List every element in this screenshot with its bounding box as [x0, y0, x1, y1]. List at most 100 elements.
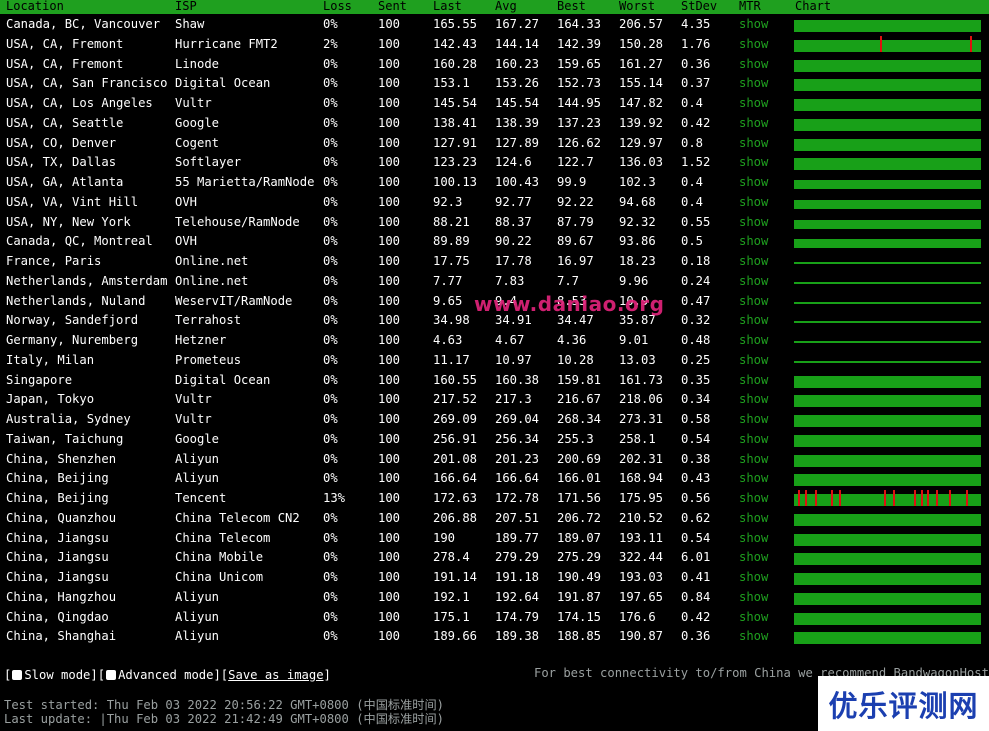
cell-mtr[interactable]: show	[739, 352, 768, 368]
cell-mtr[interactable]: show	[739, 194, 768, 210]
cell-location: Netherlands, Nuland	[6, 293, 146, 308]
cell-last: 172.63	[433, 491, 478, 505]
cell-mtr[interactable]: show	[739, 589, 768, 605]
cell-mtr[interactable]: show	[739, 253, 768, 269]
cell-sent: 100	[378, 333, 401, 347]
cell-best: 89.67	[557, 234, 594, 249]
cell-mtr[interactable]: show	[739, 95, 768, 111]
cell-mtr[interactable]: show	[739, 36, 768, 52]
cell-mtr[interactable]: show	[739, 609, 768, 625]
cell-mtr[interactable]: show	[739, 411, 768, 427]
cell-sent: 100	[378, 629, 401, 644]
cell-mtr[interactable]: show	[739, 490, 768, 506]
cell-mtr[interactable]: show	[739, 451, 768, 467]
site-logo: 优乐评测网	[818, 676, 989, 731]
slow-mode-label[interactable]: Slow mode	[24, 668, 90, 682]
advanced-mode-checkbox[interactable]	[106, 670, 117, 680]
cell-mtr[interactable]: show	[739, 115, 768, 131]
cell-mtr[interactable]: show	[739, 293, 768, 309]
header-avg: Avg	[495, 0, 517, 13]
cell-mtr[interactable]: show	[739, 510, 768, 526]
cell-best: 144.95	[557, 96, 602, 110]
cell-worst: 94.68	[619, 194, 656, 209]
cell-stdev: 0.42	[681, 609, 711, 624]
cell-isp: Online.net	[175, 254, 249, 268]
cell-worst: 273.31	[619, 412, 664, 426]
cell-loss: 0%	[323, 293, 338, 308]
cell-last: 9.65	[433, 293, 463, 308]
cell-loss: 0%	[323, 214, 338, 229]
cell-sent: 100	[378, 214, 401, 229]
table-row: USA, NY, New York Telehouse/RamNode 0% 100 8…	[0, 212, 989, 232]
cell-stdev: 0.4	[681, 175, 704, 189]
cell-sent: 100	[378, 293, 401, 308]
cell-isp: Cogent	[175, 135, 220, 150]
table-row: China, Beijing Aliyun 0% 100 166.64 166.64 166…	[0, 468, 989, 488]
latency-chart-bar	[794, 375, 981, 388]
cell-mtr[interactable]: show	[739, 312, 768, 328]
cell-worst: 92.32	[619, 214, 656, 229]
cell-sent: 100	[378, 550, 401, 565]
cell-last: 127.91	[433, 135, 478, 150]
cell-worst: 9.01	[619, 333, 649, 347]
cell-mtr[interactable]: show	[739, 372, 768, 388]
cell-mtr[interactable]: show	[739, 135, 768, 151]
cell-last: 11.17	[433, 352, 470, 367]
cell-best: 188.85	[557, 629, 602, 644]
cell-stdev: 0.18	[681, 254, 711, 268]
cell-location: USA, CA, Seattle	[6, 115, 124, 130]
cell-mtr[interactable]: show	[739, 75, 768, 91]
slow-mode-checkbox[interactable]	[12, 670, 23, 680]
cell-mtr[interactable]: show	[739, 391, 768, 407]
cell-mtr[interactable]: show	[739, 628, 768, 644]
cell-last: 142.43	[433, 36, 478, 51]
cell-last: 88.21	[433, 214, 470, 229]
cell-mtr[interactable]: show	[739, 530, 768, 546]
cell-avg: 189.77	[495, 530, 540, 545]
cell-avg: 191.18	[495, 570, 540, 584]
cell-mtr[interactable]: show	[739, 16, 768, 32]
cell-stdev: 0.41	[681, 570, 711, 584]
cell-sent: 100	[378, 254, 401, 268]
cell-best: 137.23	[557, 115, 602, 130]
table-row: China, Hangzhou Aliyun 0% 100 192.1 192.64 191…	[0, 587, 989, 607]
cell-mtr[interactable]: show	[739, 56, 768, 72]
cell-worst: 176.6	[619, 609, 656, 624]
cell-last: 89.89	[433, 234, 470, 249]
cell-mtr[interactable]: show	[739, 470, 768, 486]
cell-loss: 0%	[323, 17, 338, 31]
table-row: Australia, Sydney Vultr 0% 100 269.09 269.04 2…	[0, 409, 989, 429]
cell-mtr[interactable]: show	[739, 431, 768, 447]
cell-mtr[interactable]: show	[739, 332, 768, 348]
cell-stdev: 0.4	[681, 96, 704, 110]
cell-avg: 207.51	[495, 510, 540, 525]
table-row: USA, CA, Fremont Hurricane FMT2 2% 100 142.4…	[0, 34, 989, 54]
cell-last: 278.4	[433, 550, 470, 565]
cell-mtr[interactable]: show	[739, 214, 768, 230]
advanced-mode-label[interactable]: Advanced mode	[118, 668, 213, 682]
cell-mtr[interactable]: show	[739, 233, 768, 249]
cell-avg: 124.6	[495, 155, 532, 170]
cell-mtr[interactable]: show	[739, 569, 768, 585]
latency-chart-bar	[794, 158, 981, 171]
cell-mtr[interactable]: show	[739, 154, 768, 170]
cell-location: Canada, QC, Montreal	[6, 234, 153, 249]
cell-avg: 144.14	[495, 36, 540, 51]
cell-worst: 322.44	[619, 550, 664, 565]
cell-location: USA, CA, Los Angeles	[6, 96, 153, 110]
cell-isp: Hurricane FMT2	[175, 36, 278, 51]
cell-mtr[interactable]: show	[739, 549, 768, 565]
save-as-image-link[interactable]: Save as image	[228, 668, 323, 682]
cell-isp: 55 Marietta/RamNode	[175, 175, 315, 189]
packet-loss-spike	[838, 490, 841, 506]
cell-last: 160.28	[433, 56, 478, 71]
cell-stdev: 0.35	[681, 372, 711, 387]
table-row: China, Beijing Tencent 13% 100 172.63 172.78 1…	[0, 488, 989, 508]
cell-mtr[interactable]: show	[739, 174, 768, 190]
cell-loss: 2%	[323, 36, 338, 51]
cell-sent: 100	[378, 589, 401, 604]
cell-mtr[interactable]: show	[739, 273, 768, 289]
cell-isp: Vultr	[175, 412, 212, 426]
cell-loss: 0%	[323, 530, 338, 545]
cell-isp: WeservIT/RamNode	[175, 293, 293, 308]
